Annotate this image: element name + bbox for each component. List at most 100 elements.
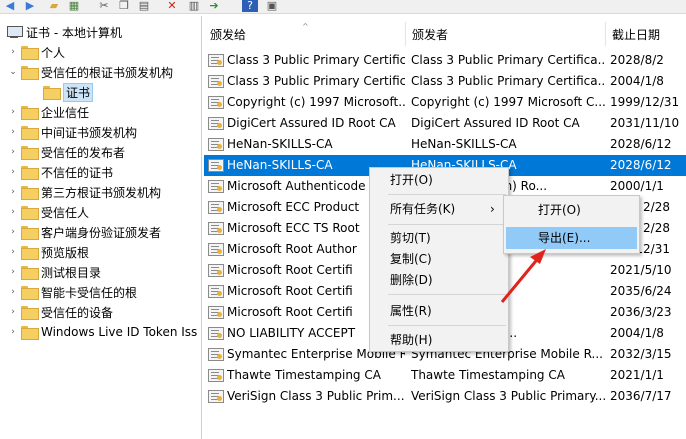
back-arrow-icon[interactable]: ◀ — [2, 0, 18, 12]
tree-item-label: 智能卡受信任的根 — [41, 285, 138, 300]
cell-expiration: 2021/1/1 — [610, 368, 664, 382]
menu-item-delete[interactable]: 删除(D) — [370, 269, 508, 291]
tree-toggle-icon[interactable]: ▦ — [66, 0, 82, 12]
certificate-icon — [208, 285, 224, 298]
tree-item-preview-build-roots[interactable]: › 预览版根 — [8, 242, 89, 262]
menu-item-all-tasks[interactable]: 所有任务(K) › — [370, 198, 508, 220]
chevron-right-icon[interactable]: › — [8, 207, 18, 217]
chevron-right-icon[interactable]: › — [8, 167, 18, 177]
chevron-right-icon[interactable]: › — [8, 47, 18, 57]
chevron-right-icon[interactable]: › — [8, 187, 18, 197]
chevron-right-icon[interactable]: › — [8, 287, 18, 297]
column-header-label: 截止日期 — [612, 27, 661, 42]
cell-issued-by: VeriSign Class 3 Public Primary... — [411, 389, 606, 403]
menu-item-label: 导出(E)... — [538, 231, 591, 245]
menu-separator — [388, 325, 506, 326]
submenu-item-open[interactable]: 打开(O) — [504, 199, 639, 221]
chevron-right-icon[interactable]: › — [8, 247, 18, 257]
folder-icon — [21, 146, 39, 160]
submenu-item-export[interactable]: 导出(E)... — [506, 227, 637, 249]
cut-icon[interactable]: ✂ — [96, 0, 112, 12]
cell-issued-to: HeNan-SKILLS-CA — [227, 137, 333, 151]
table-row[interactable]: Class 3 Public Primary Certific... Class … — [204, 50, 686, 71]
tree-item-certificates[interactable]: 证书 — [30, 82, 94, 102]
folder-icon — [21, 126, 39, 140]
tree-item-windows-live-id[interactable]: › Windows Live ID Token Iss — [8, 322, 197, 342]
chevron-right-icon[interactable]: › — [8, 127, 18, 137]
folder-icon — [21, 186, 39, 200]
tree-item-trusted-root[interactable]: ⌄ 受信任的根证书颁发机构 — [8, 62, 173, 82]
tree-item-trusted-devices[interactable]: › 受信任的设备 — [8, 302, 113, 322]
tree-item-personal[interactable]: › 个人 — [8, 42, 65, 62]
certificate-icon — [208, 222, 224, 235]
tree-item-trusted-publishers[interactable]: › 受信任的发布者 — [8, 142, 125, 162]
tree-item-smart-card-roots[interactable]: › 智能卡受信任的根 — [8, 282, 137, 302]
menu-item-properties[interactable]: 属性(R) — [370, 300, 508, 322]
cell-expiration: 2031/11/10 — [610, 116, 680, 130]
tree-item-test-roots[interactable]: › 测试根目录 — [8, 262, 101, 282]
view-icon[interactable]: ▣ — [264, 0, 280, 12]
cell-expiration: 2004/1/8 — [610, 326, 664, 340]
chevron-right-icon[interactable]: › — [8, 267, 18, 277]
table-row[interactable]: HeNan-SKILLS-CA HeNan-SKILLS-CA 2028/6/12 — [204, 134, 686, 155]
menu-item-label: 属性(R) — [390, 304, 432, 318]
certificate-icon — [208, 180, 224, 193]
tree-item-label: 受信任的设备 — [41, 305, 114, 320]
paste-icon[interactable]: ▤ — [136, 0, 152, 12]
certificate-icon — [208, 117, 224, 130]
tree-item-intermediate-ca[interactable]: › 中间证书颁发机构 — [8, 122, 137, 142]
certificate-icon — [208, 348, 224, 361]
tree-item-untrusted[interactable]: › 不信任的证书 — [8, 162, 113, 182]
copy-icon[interactable]: ❐ — [116, 0, 132, 12]
cell-expiration: 2028/8/2 — [610, 53, 664, 67]
chevron-right-icon[interactable]: › — [8, 147, 18, 157]
tree-item-third-party-root[interactable]: › 第三方根证书颁发机构 — [8, 182, 161, 202]
menu-item-label: 所有任务(K) — [390, 202, 456, 216]
tree-item-label: 个人 — [41, 45, 66, 60]
column-header-issued-to[interactable]: 颁发给 ^ — [204, 22, 406, 46]
column-header-label: 颁发给 — [210, 27, 247, 42]
properties-icon[interactable]: ▥ — [186, 0, 202, 12]
certificate-icon — [208, 75, 224, 88]
certificate-icon — [208, 138, 224, 151]
tree-item-trusted-people[interactable]: › 受信任人 — [8, 202, 89, 222]
forward-arrow-icon[interactable]: ▶ — [22, 0, 38, 12]
menu-item-open[interactable]: 打开(O) — [370, 169, 508, 191]
help-icon[interactable]: ? — [242, 0, 258, 12]
menu-item-label: 复制(C) — [390, 252, 432, 266]
folder-icon — [21, 106, 39, 120]
menu-separator — [388, 224, 506, 225]
chevron-right-icon[interactable]: › — [8, 307, 18, 317]
certificate-icon — [208, 264, 224, 277]
export-list-icon[interactable]: ➔ — [206, 0, 222, 12]
table-row[interactable]: VeriSign Class 3 Public Prim... VeriSign … — [204, 386, 686, 407]
cell-issued-by: Class 3 Public Primary Certifica... — [411, 74, 606, 88]
table-row[interactable]: Copyright (c) 1997 Microsoft... Copyright… — [204, 92, 686, 113]
chevron-right-icon[interactable]: › — [8, 227, 18, 237]
menu-item-label: 打开(O) — [538, 203, 581, 217]
menu-item-cut[interactable]: 剪切(T) — [370, 227, 508, 249]
delete-icon[interactable]: ✕ — [164, 0, 180, 12]
column-header-expiration[interactable]: 截止日期 — [606, 22, 686, 46]
cell-expiration: 2021/5/10 — [610, 263, 672, 277]
chevron-right-icon[interactable]: › — [8, 107, 18, 117]
cell-expiration: 2004/1/8 — [610, 74, 664, 88]
menu-item-help[interactable]: 帮助(H) — [370, 329, 508, 351]
up-folder-icon[interactable]: ▰ — [46, 0, 62, 12]
table-row[interactable]: DigiCert Assured ID Root CA DigiCert Assu… — [204, 113, 686, 134]
cell-issued-by: HeNan-SKILLS-CA — [411, 137, 517, 151]
cell-expiration: 2028/6/12 — [610, 158, 672, 172]
column-header-issued-by[interactable]: 颁发者 — [406, 22, 606, 46]
tree-root[interactable]: 证书 - 本地计算机 — [6, 22, 122, 42]
folder-icon — [21, 46, 39, 60]
tree-item-client-auth-issuers[interactable]: › 客户端身份验证颁发者 — [8, 222, 161, 242]
chevron-right-icon[interactable]: › — [8, 327, 18, 337]
menu-item-label: 删除(D) — [390, 273, 433, 287]
menu-item-copy[interactable]: 复制(C) — [370, 248, 508, 270]
cell-expiration: 2036/3/23 — [610, 305, 672, 319]
tree-item-enterprise-trust[interactable]: › 企业信任 — [8, 102, 89, 122]
table-row[interactable]: Thawte Timestamping CA Thawte Timestampin… — [204, 365, 686, 386]
table-row[interactable]: Class 3 Public Primary Certific... Class … — [204, 71, 686, 92]
computer-icon — [6, 25, 23, 39]
chevron-down-icon[interactable]: ⌄ — [8, 67, 18, 77]
